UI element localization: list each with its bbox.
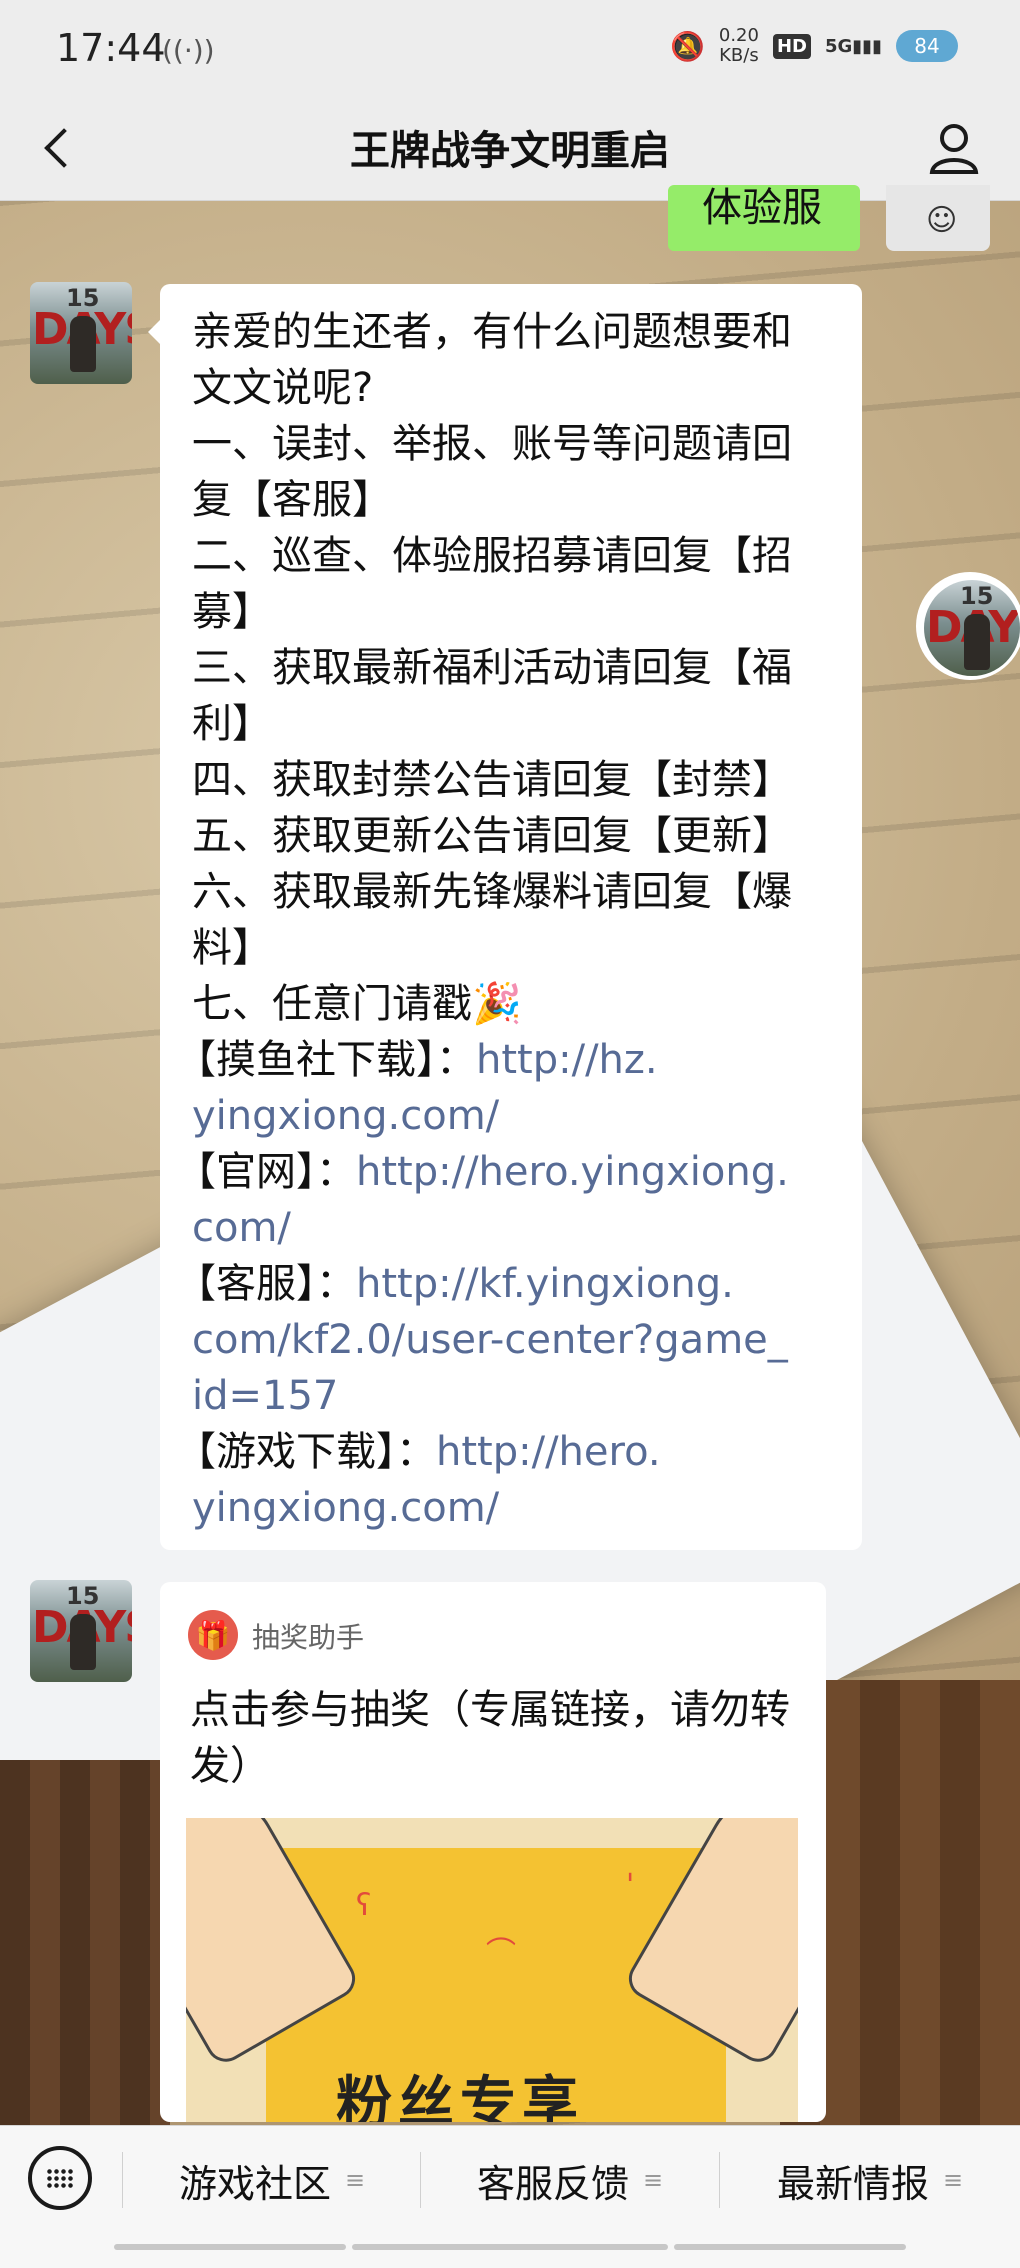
bottom-menu-bar: 游戏社区 ≡ 客服反馈 ≡ 最新情报 ≡ xyxy=(0,2125,1020,2268)
menu-list-icon: ≡ xyxy=(642,2166,664,2194)
moyu-download-link[interactable]: http://hz. xyxy=(476,1037,658,1083)
menu-divider xyxy=(122,2152,123,2208)
menu-list-icon: ≡ xyxy=(942,2166,964,2194)
floating-avatar[interactable]: 15 DAYS xyxy=(916,572,1020,680)
gesture-bar xyxy=(674,2244,906,2250)
card-text: 点击参与抽奖（专属链接，请勿转发） xyxy=(190,1687,790,1789)
link-row-moyu: 【摸鱼社下载】：http://hz. xyxy=(176,1037,658,1083)
official-site-link-cont[interactable]: com/ xyxy=(192,1200,832,1256)
gift-icon: 🎁 xyxy=(188,1610,238,1660)
card-source: 抽奖助手 xyxy=(252,1621,365,1654)
status-bar: 17:44 ((·)) 🔕 0.20 KB/s HD 5G▮▮▮ 84 xyxy=(0,0,1020,100)
sent-message-bubble[interactable]: 体验服 xyxy=(668,185,860,251)
customer-service-link-cont[interactable]: com/kf2.0/user-center?game_ xyxy=(192,1312,832,1368)
menu-item-game-community[interactable]: 游戏社区 ≡ xyxy=(124,2126,420,2234)
card-image-title: 粉丝专享 xyxy=(336,2071,584,2122)
floating-avatar-image: 15 DAYS xyxy=(924,580,1020,676)
received-message-bubble[interactable]: 亲爱的生还者，有什么问题想要和 文文说呢? 一、误封、举报、账号等问题请回 复【… xyxy=(148,284,862,1550)
customer-service-link-cont2[interactable]: id=157 xyxy=(192,1368,832,1424)
background-wood-left xyxy=(0,1760,170,2125)
avatar-figure xyxy=(70,1614,96,1670)
gesture-bar xyxy=(352,2244,668,2250)
game-download-link[interactable]: http://hero. xyxy=(436,1429,661,1475)
battery-icon: 84 xyxy=(896,30,958,62)
signal-icon: 5G▮▮▮ xyxy=(824,35,882,57)
official-site-link[interactable]: http://hero.yingxiong. xyxy=(356,1149,789,1195)
network-speed: 0.20 KB/s xyxy=(718,25,759,66)
game-download-link-cont[interactable]: yingxiong.com/ xyxy=(192,1480,832,1536)
my-avatar[interactable] xyxy=(886,185,990,251)
profile-icon[interactable] xyxy=(924,118,984,178)
lottery-card[interactable]: 🎁 抽奖助手 点击参与抽奖（专属链接，请勿转发） ʕ ⌒ ' 粉丝专享 xyxy=(160,1582,826,2122)
menu-item-customer-feedback[interactable]: 客服反馈 ≡ xyxy=(421,2126,719,2234)
status-icons: 🔕 0.20 KB/s HD 5G▮▮▮ 84 xyxy=(670,26,958,66)
confetti-icon: ' xyxy=(626,1868,635,1903)
confetti-icon: ʕ xyxy=(356,1888,372,1923)
hd-icon: HD xyxy=(772,33,811,59)
hotspot-icon: ((·)) xyxy=(162,34,215,67)
link-row-service: 【客服】：http://kf.yingxiong. xyxy=(176,1261,734,1307)
mute-icon: 🔕 xyxy=(670,29,705,63)
customer-service-link[interactable]: http://kf.yingxiong. xyxy=(356,1261,734,1307)
official-account-avatar[interactable]: 15 DAYS xyxy=(30,1580,132,1682)
menu-item-latest-news[interactable]: 最新情报 ≡ xyxy=(720,2126,1020,2234)
menu-list-icon: ≡ xyxy=(344,2166,366,2194)
avatar-figure xyxy=(70,316,96,372)
nav-bar: 王牌战争文明重启 xyxy=(0,100,1020,201)
official-account-avatar[interactable]: 15 DAYS xyxy=(30,282,132,384)
card-image: ʕ ⌒ ' 粉丝专享 xyxy=(186,1818,798,2122)
page-title: 王牌战争文明重启 xyxy=(350,128,670,174)
confetti-icon: ⌒ xyxy=(486,1936,516,1971)
link-row-official: 【官网】：http://hero.yingxiong. xyxy=(176,1149,789,1195)
message-text: 亲爱的生还者，有什么问题想要和 文文说呢? 一、误封、举报、账号等问题请回 复【… xyxy=(176,304,832,1536)
gesture-bar xyxy=(114,2244,346,2250)
status-time: 17:44 xyxy=(56,26,166,70)
keyboard-icon[interactable] xyxy=(28,2146,92,2210)
link-row-download: 【游戏下载】：http://hero. xyxy=(176,1429,661,1475)
moyu-download-link-cont[interactable]: yingxiong.com/ xyxy=(192,1088,832,1144)
